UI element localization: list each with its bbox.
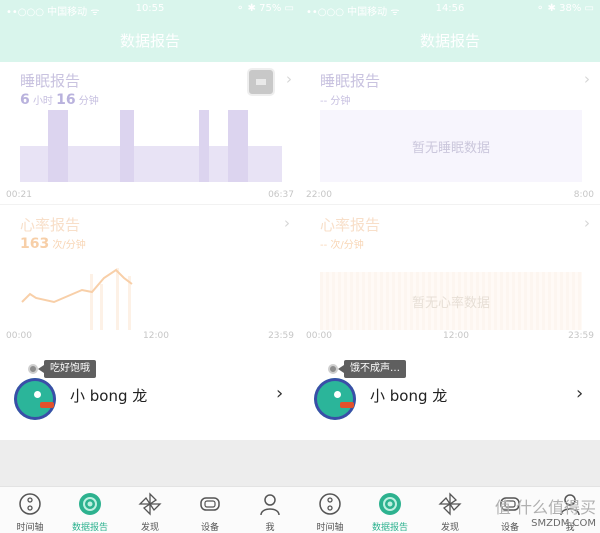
watermark: 值 什么值得买 SMZDM.COM [495, 494, 596, 529]
chevron-right-icon: › [584, 70, 590, 88]
status-bar: ••○○○ 中国移动 ᯤ 10:55 ⚬ ✱ 75% ▭ [0, 0, 300, 18]
heart-rate-chart [21, 268, 133, 330]
status-bubble: 饿不成声… [338, 360, 406, 378]
divider [0, 204, 300, 205]
sleep-bar [199, 110, 209, 182]
timeline-icon [319, 493, 341, 515]
spacer [0, 440, 300, 486]
right-screen: ••○○○ 中国移动 ᯤ 14:56 ⚬ ✱ 38% ▭ 数据报告 睡眠报告 -… [300, 0, 600, 533]
tab-label: 数据报告 [71, 523, 108, 533]
sleep-axis-end: 8:00 [573, 190, 594, 200]
sleep-report-card[interactable]: 睡眠报告 6 小时 16 分钟 › 00:21 06:37 [0, 62, 300, 202]
tab-label: 设备 [200, 523, 219, 533]
status-bar: ••○○○ 中国移动 ᯤ 14:56 ⚬ ✱ 38% ▭ [300, 0, 600, 18]
tab-discover[interactable]: 发现 [420, 487, 480, 533]
timeline-icon [19, 493, 41, 515]
sleep-report-card[interactable]: 睡眠报告 -- 分钟 › 暂无睡眠数据 22:00 8:00 [300, 62, 600, 202]
tab-timeline[interactable]: 时间轴 [0, 487, 60, 533]
band-icon [200, 497, 220, 511]
heart-rate-bars [90, 268, 131, 330]
heart-axis-start: 00:00 [306, 331, 332, 341]
page-title: 数据报告 [419, 32, 480, 50]
pinwheel-icon [138, 492, 162, 516]
sleep-empty-state: 暂无睡眠数据 [320, 110, 582, 182]
tab-label: 时间轴 [316, 523, 344, 533]
sleep-duration: 6 小时 16 分钟 [20, 92, 99, 108]
chevron-right-icon: › [286, 70, 292, 88]
tab-timeline[interactable]: 时间轴 [300, 487, 360, 533]
profile-name: 小 bong 龙 [70, 387, 148, 405]
heart-report-card[interactable]: 心率报告 163 次/分钟 › 00:00 12:00 23:59 [0, 206, 300, 346]
sleep-bar [120, 110, 134, 182]
tab-bar: 时间轴 数据报告 发现 设备 [0, 486, 300, 533]
heart-report-title: 心率报告 [320, 216, 381, 234]
heart-axis-mid: 12:00 [443, 331, 469, 341]
heart-report-title: 心率报告 [20, 216, 81, 234]
battery-label: ⚬ ✱ 38% ▭ [536, 3, 594, 14]
watermark-url: SMZDM.COM [531, 518, 596, 529]
tab-discover[interactable]: 发现 [120, 487, 180, 533]
tab-label: 发现 [140, 523, 159, 533]
battery-label: ⚬ ✱ 75% ▭ [236, 3, 294, 14]
sleep-axis-start: 22:00 [306, 190, 332, 200]
sleep-axis-end: 06:37 [268, 190, 294, 200]
sleep-chart [20, 110, 282, 182]
profile-name: 小 bong 龙 [370, 387, 448, 405]
report-icon [379, 493, 401, 515]
chevron-right-icon: › [584, 214, 590, 232]
sleep-bar [48, 110, 68, 182]
chevron-right-icon[interactable]: › [576, 383, 583, 404]
spacer [300, 440, 600, 486]
chevron-right-icon: › [284, 214, 290, 232]
tab-bar: 时间轴 数据报告 发现 设备 [300, 486, 600, 533]
sleep-bar [228, 110, 248, 182]
report-icon [79, 493, 101, 515]
heart-axis-mid: 12:00 [143, 331, 169, 341]
avatar[interactable] [314, 378, 356, 420]
sleep-duration: -- 分钟 [320, 96, 351, 107]
tab-label: 时间轴 [16, 523, 44, 533]
tab-report[interactable]: 数据报告 [60, 487, 120, 533]
heart-empty-state: 暂无心率数据 [320, 272, 582, 330]
header: ••○○○ 中国移动 ᯤ 10:55 ⚬ ✱ 75% ▭ 数据报告 [0, 0, 300, 62]
avatar[interactable] [14, 378, 56, 420]
watermark-title: 值 什么值得买 [494, 498, 596, 517]
header: ••○○○ 中国移动 ᯤ 14:56 ⚬ ✱ 38% ▭ 数据报告 [300, 0, 600, 62]
heart-axis-end: 23:59 [268, 331, 294, 341]
tab-report[interactable]: 数据报告 [360, 487, 420, 533]
tab-label: 发现 [440, 523, 459, 533]
pinwheel-icon [438, 492, 462, 516]
page-title: 数据报告 [119, 32, 180, 50]
screenshot-thumbnail[interactable] [247, 68, 275, 96]
tab-me[interactable]: 我 [240, 487, 300, 533]
tab-label: 我 [265, 523, 275, 533]
pin-icon [28, 364, 38, 374]
sleep-axis-start: 00:21 [6, 190, 32, 200]
tab-label: 数据报告 [371, 523, 408, 533]
heart-rate-value: -- 次/分钟 [320, 240, 364, 251]
sleep-report-title: 睡眠报告 [20, 72, 81, 90]
left-screen: ••○○○ 中国移动 ᯤ 10:55 ⚬ ✱ 75% ▭ 数据报告 睡眠报告 6… [0, 0, 300, 533]
heart-axis-start: 00:00 [6, 331, 32, 341]
divider [300, 204, 600, 205]
heart-report-card[interactable]: 心率报告 -- 次/分钟 › 暂无心率数据 00:00 12:00 23:59 [300, 206, 600, 346]
status-bubble: 吃好饱哦 [38, 360, 96, 378]
heart-rate-line [21, 268, 133, 304]
chevron-right-icon[interactable]: › [276, 383, 283, 404]
pin-icon [328, 364, 338, 374]
person-icon [260, 494, 280, 516]
sleep-report-title: 睡眠报告 [320, 72, 381, 90]
heart-axis-end: 23:59 [568, 331, 594, 341]
tab-device[interactable]: 设备 [180, 487, 240, 533]
heart-rate-value: 163 次/分钟 [20, 236, 86, 252]
